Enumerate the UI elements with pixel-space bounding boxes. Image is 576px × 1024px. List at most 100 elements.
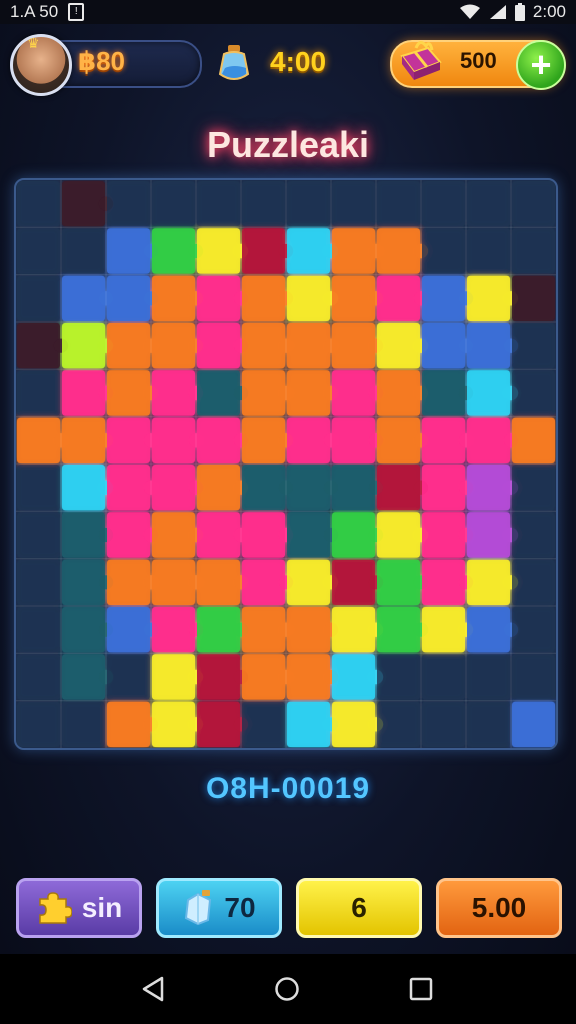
puzzle-tile[interactable] [62,275,105,321]
puzzle-tile[interactable] [332,181,375,227]
puzzle-tile[interactable] [287,701,330,747]
puzzle-tile[interactable] [242,701,285,747]
puzzle-tile[interactable] [332,607,375,653]
puzzle-tile[interactable] [152,228,195,274]
puzzle-tile[interactable] [467,228,510,274]
puzzle-tile[interactable] [377,181,420,227]
puzzle-tile[interactable] [17,607,60,653]
puzzle-tile[interactable] [287,417,330,463]
puzzle-tile[interactable] [422,323,465,369]
puzzle-tile[interactable] [62,370,105,416]
puzzle-tile[interactable] [377,607,420,653]
puzzle-tile[interactable] [467,701,510,747]
puzzle-tile[interactable] [287,512,330,558]
puzzle-tile[interactable] [512,181,555,227]
puzzle-tile[interactable] [152,417,195,463]
puzzle-tile[interactable] [377,512,420,558]
puzzle-tile[interactable] [332,654,375,700]
puzzle-tile[interactable] [17,323,60,369]
puzzle-tile[interactable] [422,465,465,511]
puzzle-tile[interactable] [152,607,195,653]
puzzle-tile[interactable] [62,417,105,463]
puzzle-tile[interactable] [62,559,105,605]
puzzle-tile[interactable] [107,323,150,369]
puzzle-tile[interactable] [377,275,420,321]
puzzle-tile[interactable] [107,417,150,463]
puzzle-tile[interactable] [287,654,330,700]
count-button[interactable]: 6 [296,878,422,938]
puzzle-tile[interactable] [512,323,555,369]
puzzle-tile[interactable] [332,559,375,605]
puzzle-tile[interactable] [62,323,105,369]
puzzle-tile[interactable] [467,370,510,416]
puzzle-tile[interactable] [512,228,555,274]
puzzle-tile[interactable] [152,512,195,558]
puzzle-tile[interactable] [17,512,60,558]
puzzle-tile[interactable] [467,181,510,227]
puzzle-tile[interactable] [377,701,420,747]
puzzle-tile[interactable] [287,275,330,321]
puzzle-tile[interactable] [467,323,510,369]
puzzle-tile[interactable] [17,417,60,463]
puzzle-tile[interactable] [152,654,195,700]
puzzle-grid[interactable] [16,180,556,748]
puzzle-tile[interactable] [512,512,555,558]
puzzle-tile[interactable] [62,654,105,700]
puzzle-tile[interactable] [377,228,420,274]
puzzle-tile[interactable] [332,323,375,369]
puzzle-tile[interactable] [107,228,150,274]
puzzle-tile[interactable] [377,465,420,511]
crystal-button[interactable]: 70 [156,878,282,938]
puzzle-tile[interactable] [17,654,60,700]
puzzle-tile[interactable] [377,323,420,369]
puzzle-tile[interactable] [422,512,465,558]
puzzle-tile[interactable] [512,559,555,605]
puzzle-tile[interactable] [242,465,285,511]
puzzle-tile[interactable] [242,559,285,605]
puzzle-tile[interactable] [197,181,240,227]
puzzle-tile[interactable] [17,559,60,605]
puzzle-tile[interactable] [512,417,555,463]
puzzle-tile[interactable] [422,559,465,605]
puzzle-tile[interactable] [152,559,195,605]
puzzle-tile[interactable] [197,323,240,369]
puzzle-tile[interactable] [17,275,60,321]
puzzle-tile[interactable] [242,654,285,700]
puzzle-tile[interactable] [17,181,60,227]
back-icon[interactable] [140,976,166,1007]
puzzle-tile[interactable] [287,607,330,653]
hint-button[interactable]: sin [16,878,142,938]
home-icon[interactable] [274,976,300,1007]
puzzle-tile[interactable] [242,228,285,274]
puzzle-tile[interactable] [242,417,285,463]
puzzle-board[interactable] [14,178,558,750]
puzzle-tile[interactable] [107,559,150,605]
puzzle-tile[interactable] [467,607,510,653]
puzzle-tile[interactable] [197,654,240,700]
puzzle-tile[interactable] [467,465,510,511]
puzzle-tile[interactable] [467,275,510,321]
puzzle-tile[interactable] [512,370,555,416]
puzzle-tile[interactable] [152,275,195,321]
puzzle-tile[interactable] [152,701,195,747]
puzzle-tile[interactable] [197,559,240,605]
puzzle-tile[interactable] [422,228,465,274]
puzzle-tile[interactable] [422,607,465,653]
puzzle-tile[interactable] [62,465,105,511]
puzzle-tile[interactable] [242,607,285,653]
puzzle-tile[interactable] [62,181,105,227]
puzzle-tile[interactable] [17,465,60,511]
puzzle-tile[interactable] [242,275,285,321]
puzzle-tile[interactable] [197,417,240,463]
puzzle-tile[interactable] [422,701,465,747]
puzzle-tile[interactable] [62,512,105,558]
puzzle-tile[interactable] [377,654,420,700]
puzzle-tile[interactable] [107,370,150,416]
puzzle-tile[interactable] [287,228,330,274]
puzzle-tile[interactable] [197,370,240,416]
puzzle-tile[interactable] [197,607,240,653]
puzzle-tile[interactable] [287,323,330,369]
puzzle-tile[interactable] [197,465,240,511]
puzzle-tile[interactable] [197,701,240,747]
puzzle-tile[interactable] [242,181,285,227]
